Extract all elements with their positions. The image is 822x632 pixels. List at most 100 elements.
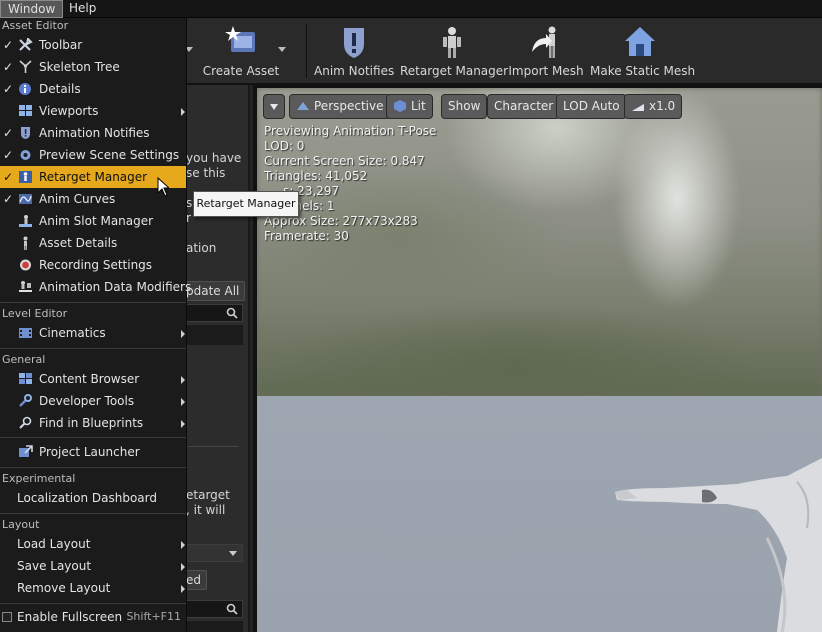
menu-item-label: Anim Slot Manager <box>39 214 154 228</box>
menu-item-save-layout[interactable]: Save Layout <box>0 555 186 577</box>
menu-item-viewports[interactable]: Viewports <box>0 100 186 122</box>
menu-item-label: Cinematics <box>39 326 106 340</box>
submenu-arrow-icon <box>181 330 185 338</box>
section-asset-editor: Asset Editor <box>2 19 69 32</box>
checkmark-icon: ✓ <box>3 82 14 96</box>
camera-icon <box>297 102 309 110</box>
search-icon <box>226 603 238 615</box>
viewports-icon <box>19 105 32 116</box>
submenu-arrow-icon <box>181 541 185 549</box>
menu-item-recording-settings[interactable]: Recording Settings <box>0 254 186 276</box>
menu-item-preview-scene-settings[interactable]: ✓ Preview Scene Settings <box>0 144 186 166</box>
preview-viewport[interactable]: Perspective Lit Show Character LOD Auto … <box>257 88 822 632</box>
menu-item-label: Find in Blueprints <box>39 416 144 430</box>
list-header-bar-2 <box>180 621 243 632</box>
menu-item-label: Details <box>39 82 81 96</box>
import-mesh-button[interactable]: Import Mesh <box>508 18 584 84</box>
checkmark-icon: ✓ <box>3 192 14 206</box>
search-field-2[interactable] <box>180 600 243 618</box>
create-asset-button[interactable]: Create Asset <box>200 18 282 84</box>
menu-item-anim-slot-manager[interactable]: Anim Slot Manager <box>0 210 186 232</box>
menu-item-label: Toolbar <box>39 38 83 52</box>
menu-separator <box>0 603 186 604</box>
panel-text-fragment: etarget <box>186 488 230 502</box>
menu-item-remove-layout[interactable]: Remove Layout <box>0 577 186 599</box>
skeleton-tree-icon <box>19 60 32 73</box>
menu-item-asset-details[interactable]: Asset Details <box>0 232 186 254</box>
stat-line: Current Screen Size: 0.847 <box>264 154 425 168</box>
shortcut-label: Shift+F11 <box>126 610 181 623</box>
playback-speed-button[interactable]: x1.0 <box>624 94 683 119</box>
create-asset-icon <box>225 26 255 52</box>
character-mesh <box>615 458 822 632</box>
menu-item-label: Retarget Manager <box>39 170 148 184</box>
fullscreen-checkbox[interactable] <box>2 612 12 622</box>
menu-item-find-in-blueprints[interactable]: Find in Blueprints <box>0 412 186 434</box>
make-static-mesh-button[interactable]: Make Static Mesh <box>590 18 696 84</box>
menu-separator <box>0 467 186 468</box>
panel-text-fragment: se this <box>186 166 226 180</box>
menu-item-load-layout[interactable]: Load Layout <box>0 533 186 555</box>
stat-line: Previewing Animation T-Pose <box>264 124 437 138</box>
search-field[interactable] <box>180 304 243 322</box>
panel-text-fragment: , it will <box>186 503 226 517</box>
lit-button[interactable]: Lit <box>386 94 433 119</box>
menu-item-localization-dashboard[interactable]: Localization Dashboard <box>0 487 186 509</box>
menu-bar: Window Help <box>0 0 822 18</box>
notify-shield-icon <box>344 28 364 58</box>
section-level-editor: Level Editor <box>2 307 68 320</box>
menubar-help[interactable]: Help <box>62 0 103 18</box>
launcher-icon <box>19 445 33 457</box>
anim-notifies-label: Anim Notifies <box>314 64 395 78</box>
menu-item-label: Project Launcher <box>39 445 140 459</box>
menu-item-developer-tools[interactable]: Developer Tools <box>0 390 186 412</box>
tooltip: Retarget Manager <box>193 191 299 217</box>
menu-item-content-browser[interactable]: Content Browser <box>0 368 186 390</box>
notify-icon <box>21 127 30 139</box>
menu-item-label: Skeleton Tree <box>39 60 120 74</box>
menu-item-label: Developer Tools <box>39 394 135 408</box>
menu-item-animation-data-modifiers[interactable]: Animation Data Modifiers <box>0 276 191 298</box>
slot-icon <box>19 215 32 227</box>
submenu-arrow-icon <box>181 563 185 571</box>
menu-item-enable-fullscreen[interactable]: Enable Fullscreen Shift+F11 <box>0 606 186 628</box>
menu-item-label: Viewports <box>39 104 99 118</box>
details-icon <box>19 83 31 95</box>
toolbar-icon <box>19 38 33 51</box>
lod-auto-button[interactable]: LOD Auto <box>556 94 627 119</box>
menu-item-toolbar[interactable]: ✓ Toolbar <box>0 34 186 56</box>
menu-item-details[interactable]: ✓ Details <box>0 78 186 100</box>
lit-label: Lit <box>411 99 426 113</box>
menu-item-skeleton-tree[interactable]: ✓ Skeleton Tree <box>0 56 186 78</box>
perspective-button[interactable]: Perspective <box>289 94 391 119</box>
create-asset-label: Create Asset <box>202 64 280 78</box>
toolbar-retarget-manager-button[interactable]: Retarget Manager <box>400 18 509 84</box>
retarget-icon <box>19 171 32 183</box>
menu-item-label: Asset Details <box>39 236 118 250</box>
menu-item-project-launcher[interactable]: Project Launcher <box>0 441 186 463</box>
menu-item-animation-notifies[interactable]: ✓ Animation Notifies <box>0 122 186 144</box>
make-static-mesh-label: Make Static Mesh <box>590 64 696 78</box>
create-asset-dropdown-arrow[interactable] <box>278 47 286 52</box>
find-icon <box>19 416 32 429</box>
panel-divider <box>180 446 238 447</box>
menu-item-label: Content Browser <box>39 372 140 386</box>
menu-item-label: Remove Layout <box>17 581 111 595</box>
combo-box[interactable] <box>180 544 243 562</box>
viewport-options-button[interactable] <box>263 94 285 119</box>
character-button[interactable]: Character <box>487 94 561 119</box>
panel-text-fragment: ation <box>186 241 217 255</box>
toolbar-retarget-manager-label: Retarget Manager <box>400 64 509 78</box>
menu-item-label: Animation Data Modifiers <box>39 280 192 294</box>
show-button[interactable]: Show <box>441 94 488 119</box>
menu-item-label: Load Layout <box>17 537 91 551</box>
panel-text-fragment: you have <box>186 151 242 165</box>
menu-separator <box>0 513 186 514</box>
anim-notifies-button[interactable]: Anim Notifies <box>314 18 394 84</box>
menubar-window[interactable]: Window <box>0 0 64 18</box>
list-header-bar <box>180 325 243 345</box>
menu-item-cinematics[interactable]: Cinematics <box>0 322 186 344</box>
import-mesh-icon <box>532 26 556 58</box>
submenu-arrow-icon <box>181 376 185 384</box>
scene-settings-icon <box>20 150 31 160</box>
